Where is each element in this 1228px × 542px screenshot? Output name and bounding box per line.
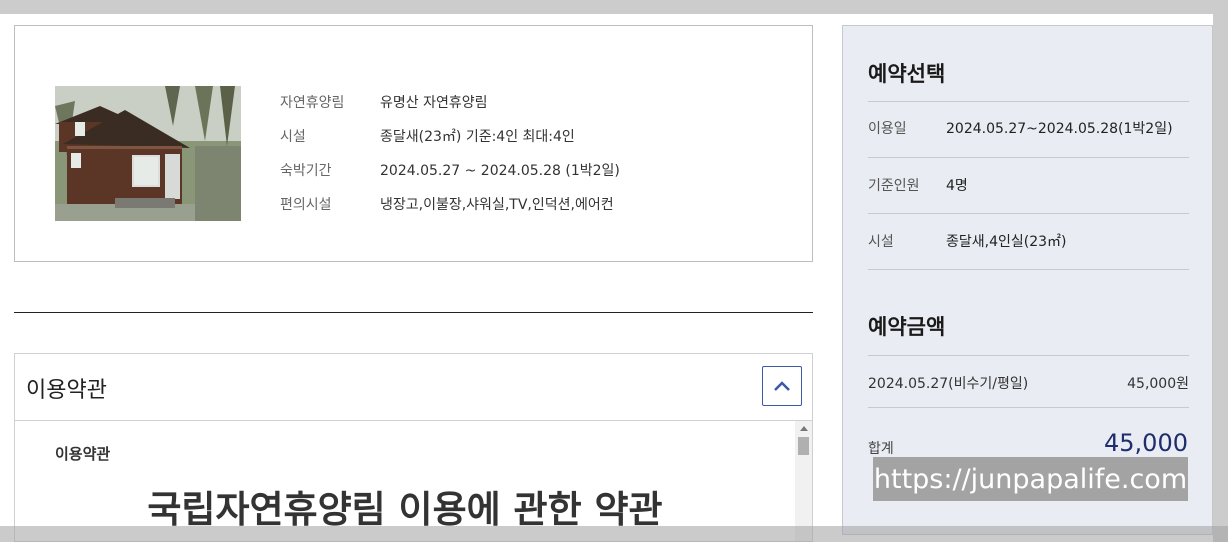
divider [868, 157, 1189, 158]
divider [868, 101, 1189, 102]
row-value: 2024.05.27~2024.05.28(1박2일) [946, 121, 1173, 137]
row-facility: 시설 종달새,4인실(23㎡) [868, 231, 1189, 251]
price-line: 2024.05.27(비수기/평일) 45,000원 [868, 373, 1189, 393]
info-label: 숙박기간 [280, 163, 332, 179]
terms-header: 이용약관 [15, 354, 812, 421]
chevron-up-icon [773, 377, 791, 396]
terms-content: 이용약관 국립자연휴양림 이용에 관한 약관 [15, 421, 812, 541]
row-usage-date: 이용일 2024.05.27~2024.05.28(1박2일) [868, 118, 1189, 138]
info-row-facility: 시설 종달새(23㎡) 기준:4인 최대:4인 [280, 119, 620, 153]
scroll-thumb[interactable] [798, 437, 809, 455]
info-value: 2024.05.27 ~ 2024.05.28 (1박2일) [380, 163, 620, 179]
terms-subtitle: 이용약관 [55, 445, 111, 463]
divider [868, 269, 1189, 270]
row-label: 이용일 [868, 121, 907, 137]
bottom-overlay [0, 526, 1228, 542]
total-label: 합계 [868, 441, 894, 457]
scroll-up-arrow-icon[interactable] [795, 421, 812, 435]
info-value: 유명산 자연휴양림 [380, 95, 488, 111]
section-divider [14, 312, 813, 313]
row-value: 종달새,4인실(23㎡) [946, 234, 1067, 250]
facility-info-card: 자연휴양림 유명산 자연휴양림 시설 종달새(23㎡) 기준:4인 최대:4인 … [14, 25, 813, 262]
facility-info-rows: 자연휴양림 유명산 자연휴양림 시설 종달새(23㎡) 기준:4인 최대:4인 … [280, 85, 620, 221]
info-row-amenities: 편의시설 냉장고,이불장,샤워실,TV,인덕션,에어컨 [280, 187, 620, 221]
terms-collapse-button[interactable] [762, 366, 802, 406]
price-line-amount: 45,000원 [1127, 376, 1189, 392]
row-value: 4명 [946, 178, 968, 194]
cabin-photo [55, 86, 241, 221]
terms-scrollbar[interactable] [795, 421, 812, 541]
row-label: 시설 [868, 234, 894, 250]
info-label: 자연휴양림 [280, 95, 345, 111]
watermark: https://junpapalife.com [873, 457, 1188, 501]
row-base-people: 기준인원 4명 [868, 175, 1189, 195]
info-value: 종달새(23㎡) 기준:4인 최대:4인 [380, 129, 575, 145]
info-value: 냉장고,이불장,샤워실,TV,인덕션,에어컨 [380, 197, 614, 213]
divider [868, 407, 1189, 408]
terms-section: 이용약관 이용약관 국립자연휴양림 이용에 관한 약관 [14, 353, 813, 542]
price-title: 예약금액 [868, 315, 946, 339]
terms-document-heading: 국립자연휴양림 이용에 관한 약관 [147, 488, 663, 531]
divider [868, 213, 1189, 214]
reservation-title: 예약선택 [868, 62, 946, 86]
price-line-label: 2024.05.27(비수기/평일) [868, 376, 1029, 392]
info-row-forest: 자연휴양림 유명산 자연휴양림 [280, 85, 620, 119]
total-value: 45,000 [1104, 429, 1188, 457]
divider [868, 355, 1189, 356]
row-label: 기준인원 [868, 178, 920, 194]
info-label: 시설 [280, 129, 306, 145]
info-label: 편의시설 [280, 197, 332, 213]
terms-title: 이용약관 [26, 378, 107, 403]
info-row-stay-period: 숙박기간 2024.05.27 ~ 2024.05.28 (1박2일) [280, 153, 620, 187]
